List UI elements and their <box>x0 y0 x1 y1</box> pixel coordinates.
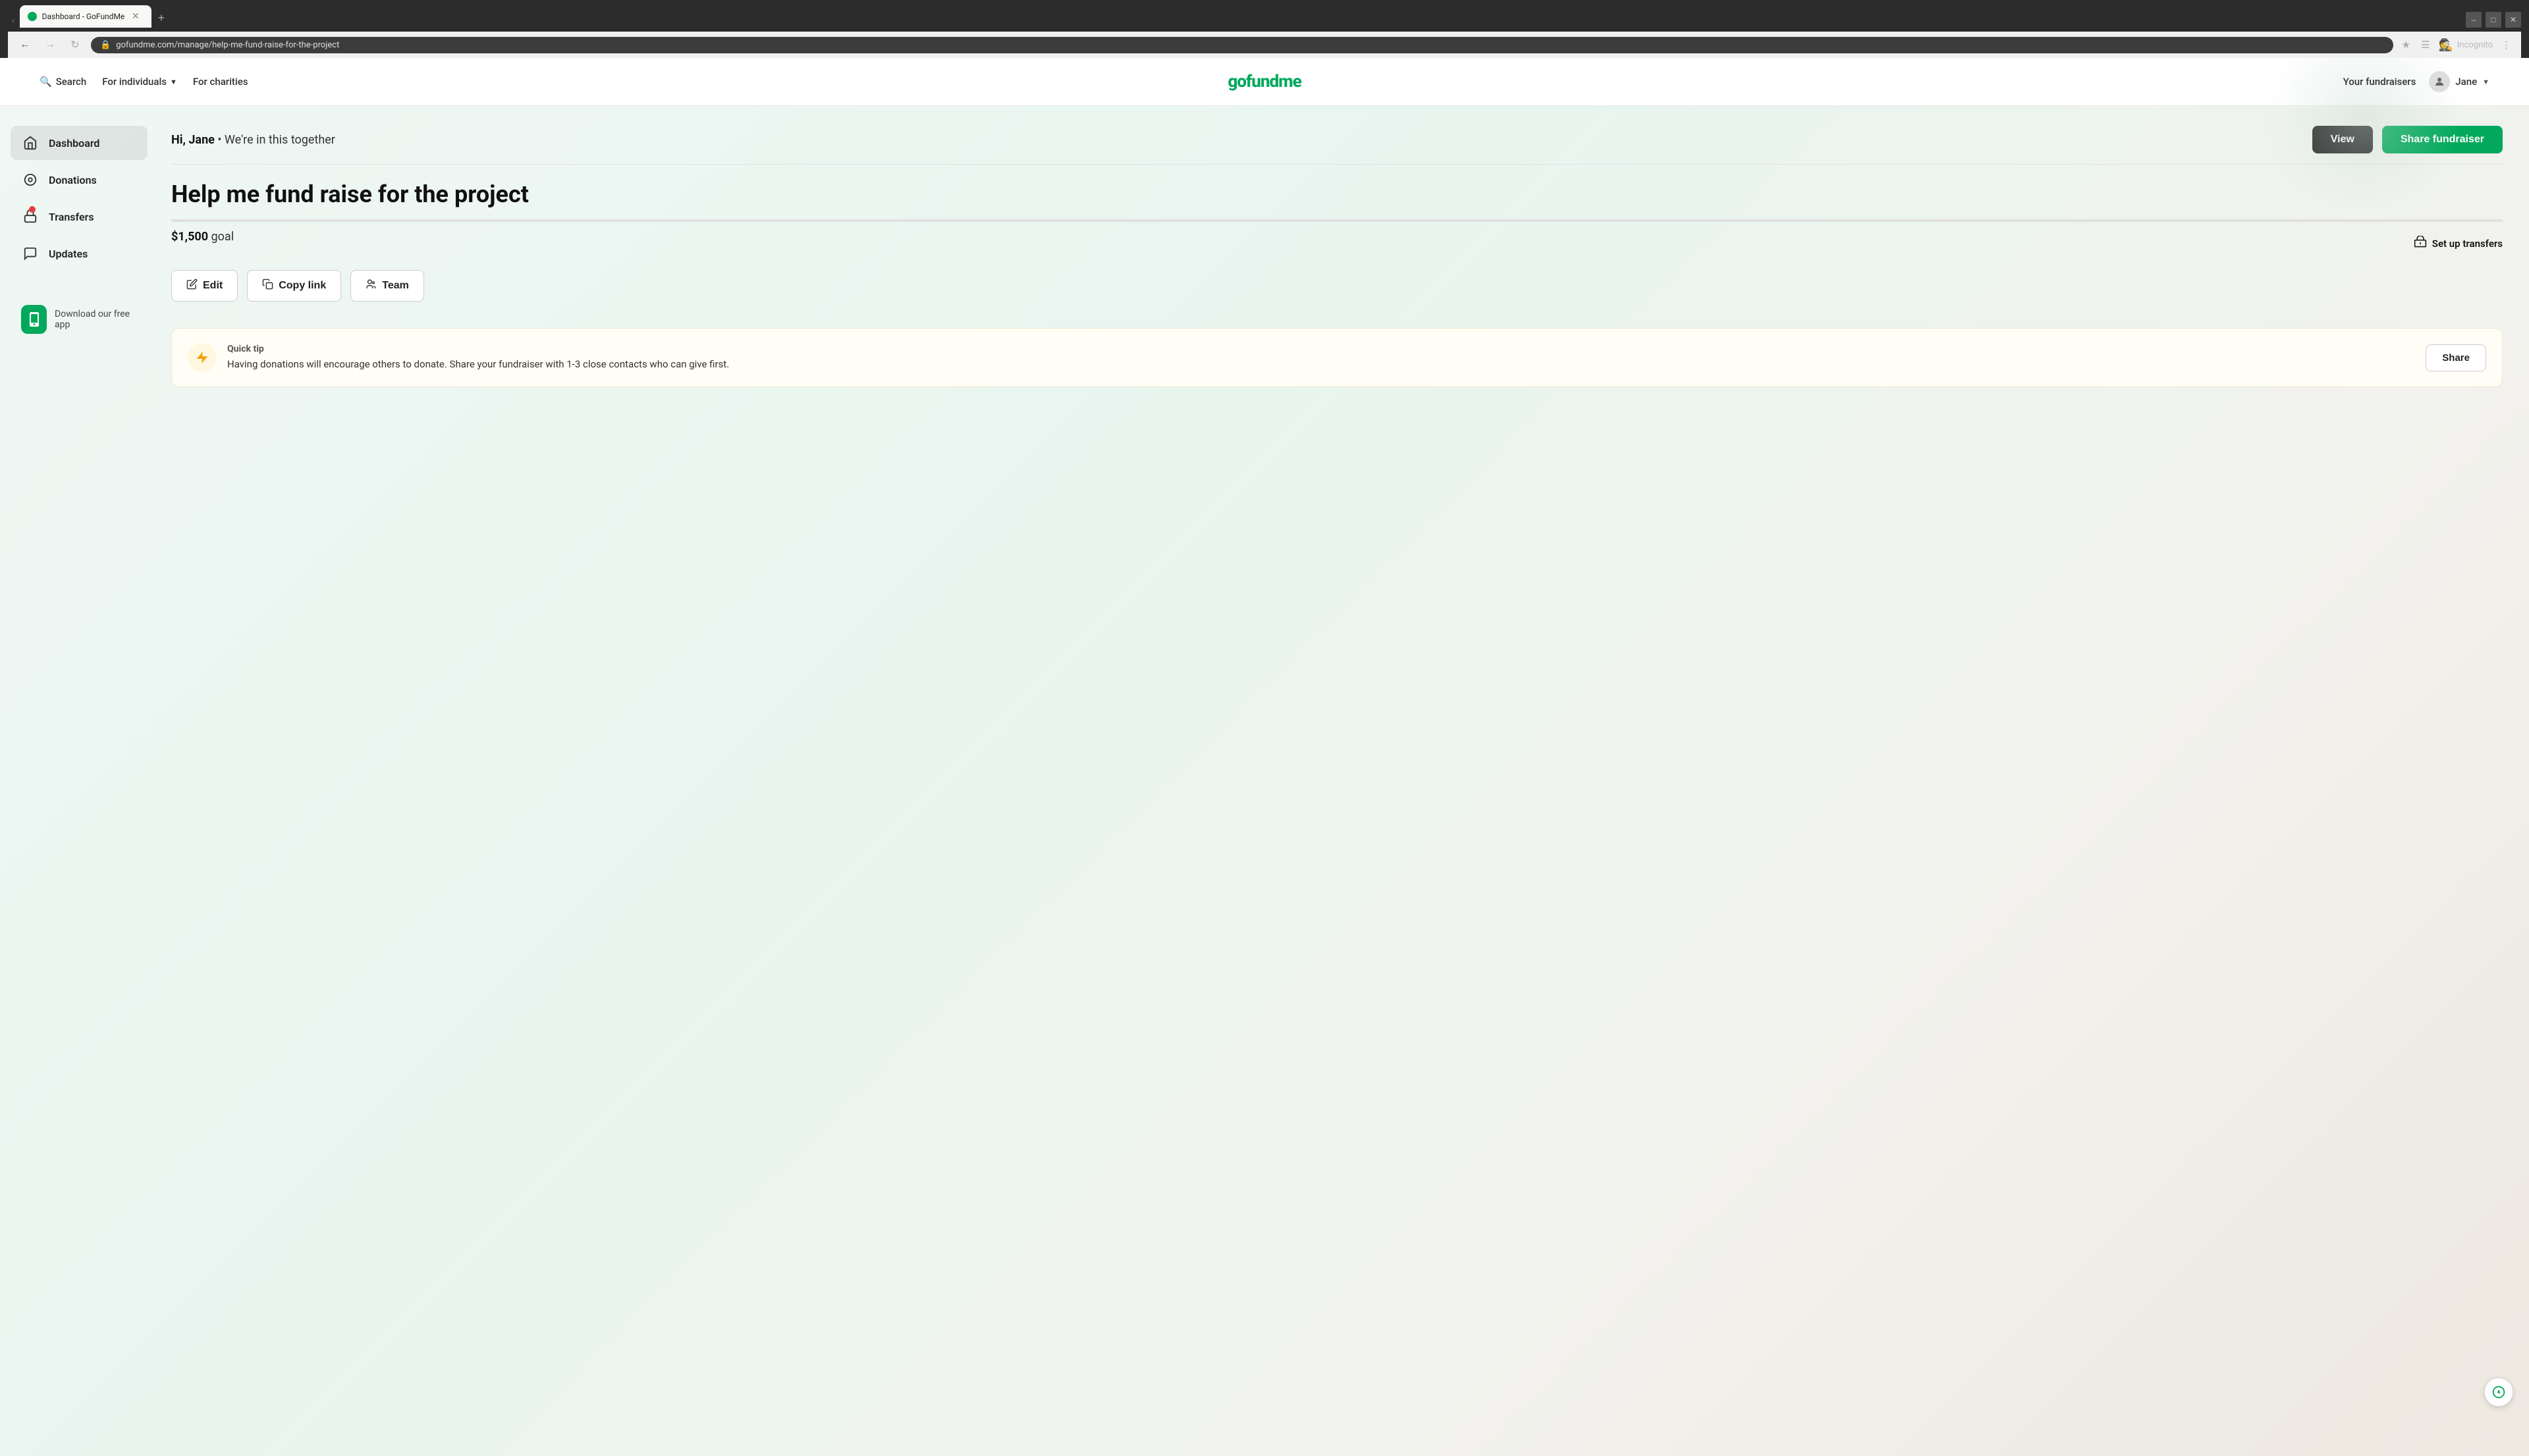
quick-tip-text: Having donations will encourage others t… <box>227 357 2415 372</box>
view-button[interactable]: View <box>2312 126 2373 153</box>
tab-title: Dashboard - GoFundMe <box>42 12 125 21</box>
action-buttons: Edit Copy link Team <box>171 270 2503 302</box>
tab-nav-arrow[interactable]: ‹ <box>8 13 18 28</box>
tab-favicon <box>28 12 37 21</box>
share-tip-button[interactable]: Share <box>2426 344 2486 371</box>
new-tab-button[interactable]: + <box>153 9 171 28</box>
share-fundraiser-button[interactable]: Share fundraiser <box>2382 126 2503 153</box>
sidebar-item-transfers[interactable]: Transfers <box>11 200 148 234</box>
sidebar-item-dashboard[interactable]: Dashboard <box>11 126 148 160</box>
site-logo: gofundme <box>1228 72 1301 92</box>
search-icon: 🔍 <box>40 76 52 88</box>
user-menu-chevron-icon: ▼ <box>2482 78 2489 86</box>
transfers-badge <box>29 206 36 213</box>
maximize-button[interactable]: □ <box>2486 12 2501 28</box>
back-button[interactable]: ← <box>16 36 34 54</box>
download-app-label: Download our free app <box>55 309 137 330</box>
bank-icon <box>2414 236 2427 252</box>
for-individuals-label: For individuals <box>102 76 167 88</box>
main-content: Hi, Jane • We're in this together View S… <box>158 106 2529 1456</box>
search-label: Search <box>56 76 87 88</box>
close-window-button[interactable]: ✕ <box>2505 12 2521 28</box>
sidebar-updates-label: Updates <box>49 248 88 260</box>
browser-chrome: ‹ Dashboard - GoFundMe ✕ + – □ ✕ ← → ↻ 🔒… <box>0 0 2529 58</box>
sidebar: Dashboard Donations Transfers Updat <box>0 106 158 1456</box>
download-app-section[interactable]: Download our free app <box>11 297 148 342</box>
copy-link-button[interactable]: Copy link <box>247 270 341 302</box>
chat-widget[interactable] <box>2484 1378 2513 1407</box>
team-button[interactable]: Team <box>350 270 424 302</box>
setup-transfers-link[interactable]: Set up transfers <box>2414 236 2503 252</box>
your-fundraisers-link[interactable]: Your fundraisers <box>2343 76 2416 88</box>
sidebar-item-donations[interactable]: Donations <box>11 163 148 197</box>
active-tab[interactable]: Dashboard - GoFundMe ✕ <box>20 5 151 28</box>
sidebar-donations-label: Donations <box>49 174 97 186</box>
lightning-icon <box>188 343 217 372</box>
browser-menu-icon[interactable]: ⋮ <box>2499 37 2513 53</box>
home-icon <box>21 134 40 152</box>
sidebar-item-updates[interactable]: Updates <box>11 236 148 271</box>
updates-icon <box>21 244 40 263</box>
goal-amount: $1,500 <box>171 230 208 244</box>
user-avatar <box>2429 71 2450 92</box>
quick-tip-card: Quick tip Having donations will encourag… <box>171 328 2503 387</box>
site-header: 🔍 Search For individuals ▼ For charities… <box>0 58 2529 106</box>
forward-button[interactable]: → <box>41 36 59 54</box>
user-menu[interactable]: Jane ▼ <box>2429 71 2489 92</box>
app-store-icon <box>21 305 47 334</box>
progress-bar-container <box>171 219 2503 222</box>
for-individuals-link[interactable]: For individuals ▼ <box>102 76 177 88</box>
extensions-icon[interactable]: ☰ <box>2419 37 2432 53</box>
search-link[interactable]: 🔍 Search <box>40 76 86 88</box>
header-actions: View Share fundraiser <box>2312 126 2503 153</box>
greeting-text: Hi, Jane • We're in this together <box>171 133 335 147</box>
bookmark-icon[interactable]: ★ <box>2400 37 2412 53</box>
donations-icon <box>21 171 40 189</box>
fundraiser-section: Help me fund raise for the project $1,50… <box>171 180 2503 302</box>
edit-button[interactable]: Edit <box>171 270 238 302</box>
goal-text: $1,500 goal <box>171 230 234 244</box>
goal-label: goal <box>211 230 234 244</box>
quick-tip-label: Quick tip <box>227 344 2415 354</box>
for-individuals-chevron-icon: ▼ <box>170 78 177 86</box>
dashboard-header: Hi, Jane • We're in this together View S… <box>171 126 2503 165</box>
greeting-separator: • <box>217 133 225 147</box>
logo-area[interactable]: gofundme <box>1228 72 1301 92</box>
copy-icon <box>262 279 273 293</box>
incognito-indicator: 🕵 Incognito <box>2438 38 2493 52</box>
reload-button[interactable]: ↻ <box>66 36 84 54</box>
sidebar-transfers-label: Transfers <box>49 211 94 223</box>
sidebar-dashboard-label: Dashboard <box>49 137 99 149</box>
tab-close-button[interactable]: ✕ <box>130 10 141 23</box>
user-name-label: Jane <box>2455 76 2477 88</box>
url-text: gofundme.com/manage/help-me-fund-raise-f… <box>116 40 2383 50</box>
minimize-button[interactable]: – <box>2466 12 2482 28</box>
quick-tip-content: Quick tip Having donations will encourag… <box>227 344 2415 372</box>
team-icon <box>366 279 377 293</box>
address-bar[interactable]: 🔒 gofundme.com/manage/help-me-fund-raise… <box>91 37 2393 53</box>
for-charities-label: For charities <box>193 76 248 88</box>
edit-icon <box>186 279 198 293</box>
for-charities-link[interactable]: For charities <box>193 76 248 88</box>
fundraiser-title: Help me fund raise for the project <box>171 180 2503 209</box>
